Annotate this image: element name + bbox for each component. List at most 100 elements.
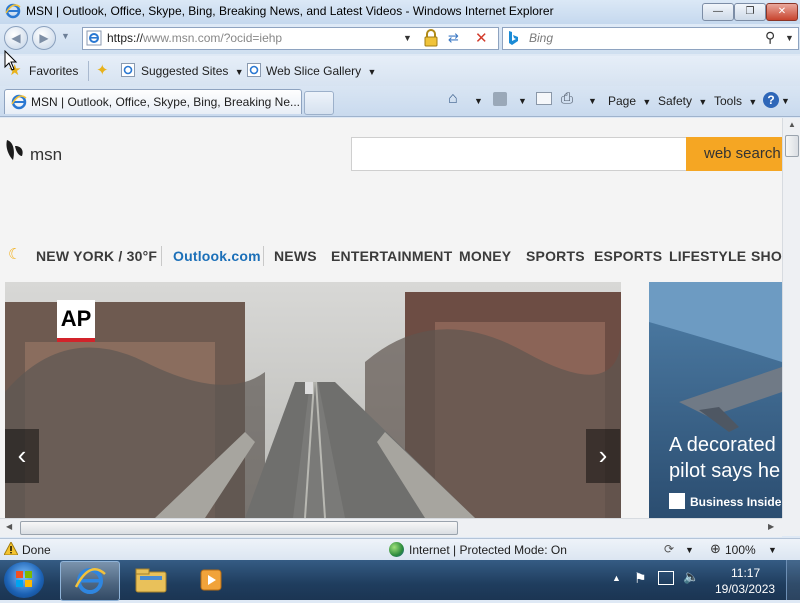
network-icon[interactable] <box>658 571 674 585</box>
show-desktop-button[interactable] <box>786 560 800 600</box>
add-favorite-icon[interactable]: ✦ <box>96 61 109 79</box>
chevron-down-icon: ▼ <box>748 97 758 107</box>
search-dropdown-icon[interactable]: ▼ <box>785 33 794 43</box>
weather-link[interactable]: NEW YORK / 30°F <box>36 248 157 264</box>
web-search-button[interactable]: web search <box>686 137 782 171</box>
horizontal-scroll-thumb[interactable] <box>20 521 458 535</box>
home-icon[interactable]: ⌂ <box>448 90 458 108</box>
suggested-sites-icon <box>121 63 135 77</box>
warning-icon <box>3 540 19 556</box>
lock-icon[interactable] <box>423 29 439 47</box>
scroll-right-icon[interactable]: ▶ <box>768 522 774 531</box>
popup-blocker-icon[interactable]: ⟳ <box>664 542 674 556</box>
nav-sports[interactable]: SPORTS <box>526 248 585 264</box>
business-insider-logo-icon <box>669 493 685 509</box>
msn-search-input[interactable] <box>351 137 687 171</box>
page-menu[interactable]: Page ▼ <box>608 94 651 108</box>
msn-butterfly-icon <box>4 138 26 164</box>
nav-money[interactable]: MONEY <box>459 248 511 264</box>
forward-button[interactable]: ▶ <box>32 26 56 50</box>
stop-icon[interactable]: ✕ <box>475 29 488 47</box>
feeds-dropdown-icon[interactable]: ▼ <box>518 96 527 106</box>
taskbar-media-player-button[interactable] <box>188 564 234 596</box>
nav-shopping[interactable]: SHO <box>751 248 782 264</box>
carousel-next-button[interactable]: › <box>586 429 620 483</box>
mouse-cursor-icon <box>4 49 18 72</box>
carousel-prev-button[interactable]: ‹ <box>5 429 39 483</box>
show-hidden-icons-icon[interactable]: ▲ <box>612 573 621 583</box>
safety-menu-label: Safety <box>658 94 693 108</box>
nav-lifestyle[interactable]: LIFESTYLE <box>669 248 746 264</box>
side-story-headline-line1[interactable]: A decorated <box>669 434 776 457</box>
minimize-button[interactable]: — <box>702 3 734 21</box>
hero-image[interactable] <box>5 282 621 518</box>
side-story-headline-line2[interactable]: pilot says he <box>669 460 780 483</box>
page-menu-label: Page <box>608 94 637 108</box>
address-dropdown-icon[interactable]: ▼ <box>403 33 412 43</box>
globe-icon <box>389 542 404 557</box>
nav-news[interactable]: NEWS <box>274 248 317 264</box>
vertical-scrollbar[interactable]: ▲ <box>782 118 800 518</box>
web-slice-gallery-link[interactable]: Web Slice Gallery ▼ <box>266 64 376 78</box>
horizontal-scrollbar[interactable]: ◀ ▶ <box>0 518 782 537</box>
compatibility-view-icon[interactable]: ⇄ <box>448 30 459 46</box>
vertical-scroll-thumb[interactable] <box>785 135 799 157</box>
page-content: msn web search ☾ NEW YORK / 30°F Outlook… <box>0 118 782 518</box>
nav-entertainment[interactable]: ENTERTAINMENT <box>331 248 452 264</box>
divider <box>263 246 264 266</box>
safety-menu[interactable]: Safety ▼ <box>658 94 707 108</box>
taskbar-ie-button[interactable] <box>60 561 120 601</box>
tab-ie-icon <box>11 94 27 110</box>
home-dropdown-icon[interactable]: ▼ <box>474 96 483 106</box>
nav-esports[interactable]: ESPORTS <box>594 248 662 264</box>
favorites-bar: ★ Favorites ✦ Suggested Sites ▼ Web Slic… <box>0 56 800 86</box>
volume-muted-icon[interactable]: 🔈 <box>683 569 699 585</box>
address-url: https://www.msn.com/?ocid=iehp <box>107 31 283 45</box>
new-tab-button[interactable] <box>304 91 334 115</box>
tools-menu[interactable]: Tools ▼ <box>714 94 757 108</box>
search-placeholder: Bing <box>529 31 554 45</box>
web-slice-icon <box>247 63 261 77</box>
status-text: Done <box>22 543 51 557</box>
feeds-icon[interactable] <box>493 92 507 106</box>
zoom-dropdown-icon[interactable]: ▼ <box>768 545 777 555</box>
web-slice-gallery-label: Web Slice Gallery <box>266 64 362 78</box>
outlook-link[interactable]: Outlook.com <box>173 248 261 264</box>
clock-time[interactable]: 11:17 <box>731 566 760 580</box>
print-dropdown-icon[interactable]: ▼ <box>588 96 597 106</box>
zoom-level[interactable]: 100% <box>725 543 756 557</box>
scroll-up-icon[interactable]: ▲ <box>788 120 796 129</box>
scroll-left-icon[interactable]: ◀ <box>6 522 12 531</box>
mail-icon[interactable] <box>536 92 552 105</box>
action-center-flag-icon[interactable]: ⚑ <box>634 570 647 587</box>
bing-icon <box>507 30 519 46</box>
security-zone[interactable]: Internet | Protected Mode: On <box>409 543 567 557</box>
side-story-source: Business Insider <box>690 495 782 509</box>
address-bar[interactable]: https://www.msn.com/?ocid=iehp ▼ ⇄ ✕ <box>82 27 499 50</box>
taskbar: ▲ ⚑ 🔈 11:17 19/03/2023 <box>0 560 800 601</box>
moon-icon: ☾ <box>8 246 22 263</box>
tab-msn[interactable]: MSN | Outlook, Office, Skype, Bing, Brea… <box>4 89 302 114</box>
search-field[interactable]: Bing ⚲ ▼ <box>502 27 799 50</box>
clock-date[interactable]: 19/03/2023 <box>715 582 775 596</box>
taskbar-explorer-button[interactable] <box>128 564 174 596</box>
favorites-button[interactable]: Favorites <box>29 64 78 78</box>
msn-logo[interactable]: msn <box>30 145 62 165</box>
chevron-down-icon: ▼ <box>642 97 652 107</box>
search-icon[interactable]: ⚲ <box>765 29 775 46</box>
close-button[interactable]: ✕ <box>766 3 798 21</box>
suggested-sites-link[interactable]: Suggested Sites ▼ <box>141 64 244 78</box>
print-icon[interactable]: ⎙ <box>561 90 573 107</box>
popup-dropdown-icon[interactable]: ▼ <box>685 545 694 555</box>
help-icon[interactable]: ? <box>763 92 779 108</box>
maximize-button[interactable]: ❐ <box>734 3 766 21</box>
suggested-sites-label: Suggested Sites <box>141 64 229 78</box>
tab-title: MSN | Outlook, Office, Skype, Bing, Brea… <box>31 95 301 109</box>
start-button[interactable] <box>4 562 44 598</box>
help-dropdown-icon[interactable]: ▼ <box>781 96 790 106</box>
chevron-down-icon: ▼ <box>234 67 244 77</box>
back-button[interactable]: ◀ <box>4 26 28 50</box>
history-dropdown-icon[interactable]: ▼ <box>61 31 70 41</box>
navigation-bar: ◀ ▶ ▼ https://www.msn.com/?ocid=iehp ▼ ⇄… <box>0 24 800 54</box>
divider <box>88 61 89 81</box>
